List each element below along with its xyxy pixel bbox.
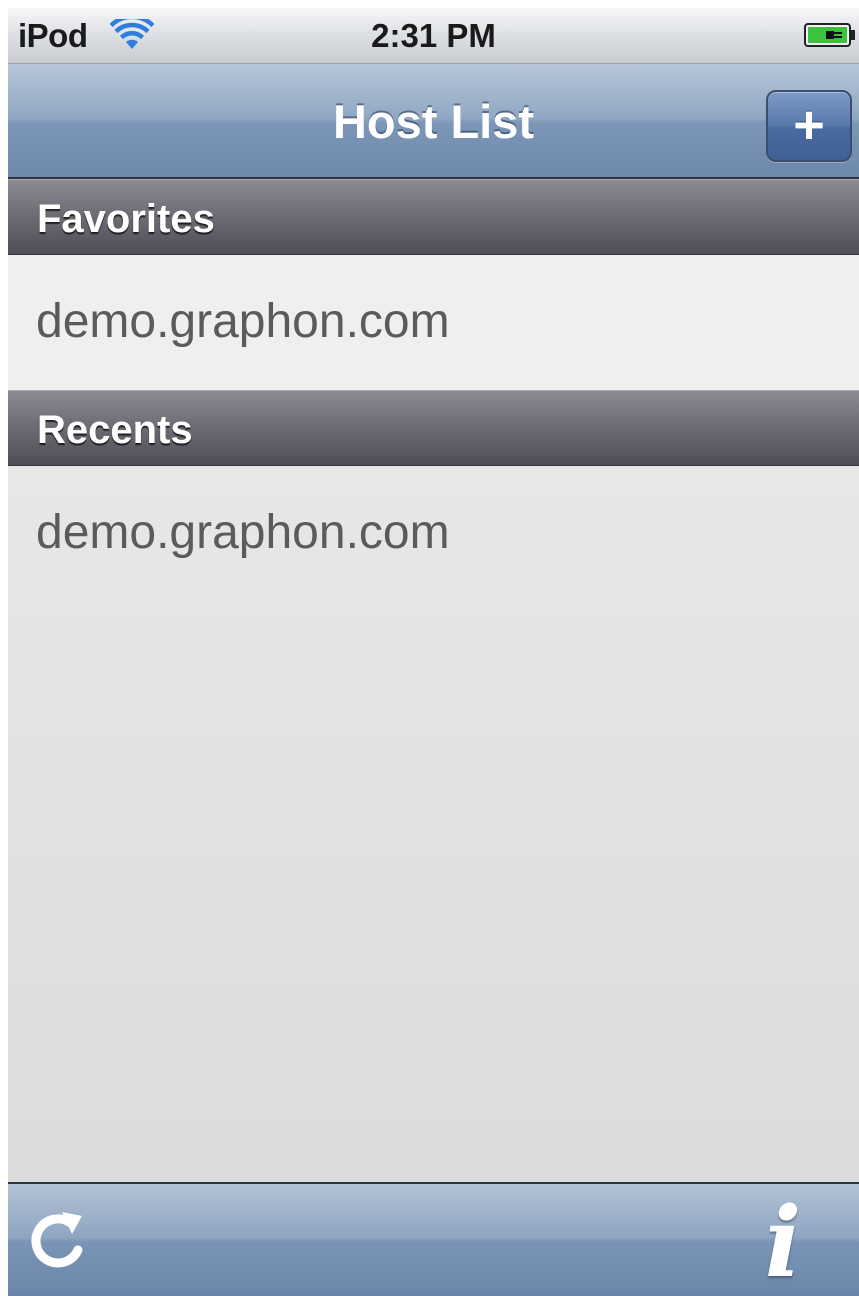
info-icon: i bbox=[764, 1186, 802, 1296]
plus-icon: + bbox=[793, 95, 825, 155]
status-bar: iPod 2:31 PM bbox=[8, 8, 859, 64]
battery-charging-icon bbox=[804, 23, 855, 47]
section-label-recents: Recents bbox=[37, 408, 193, 452]
info-button[interactable]: i bbox=[743, 1186, 823, 1296]
refresh-icon bbox=[31, 1212, 83, 1268]
section-header-recents: Recents bbox=[8, 390, 859, 466]
refresh-button[interactable] bbox=[26, 1206, 96, 1276]
section-header-favorites: Favorites bbox=[8, 179, 859, 255]
favorite-host-row[interactable]: demo.graphon.com bbox=[8, 255, 859, 390]
add-host-button[interactable]: + bbox=[766, 90, 852, 162]
host-label: demo.graphon.com bbox=[36, 506, 450, 559]
status-time: 2:31 PM bbox=[371, 17, 496, 54]
recent-host-row[interactable]: demo.graphon.com bbox=[8, 466, 859, 601]
bottom-toolbar: i bbox=[8, 1182, 859, 1296]
page-title: Host List bbox=[332, 95, 535, 148]
host-label: demo.graphon.com bbox=[36, 295, 450, 348]
navigation-bar: Host List + bbox=[8, 64, 859, 179]
app-screen: iPod 2:31 PM Host List + Favorites demo.… bbox=[8, 8, 859, 1296]
section-label-favorites: Favorites bbox=[37, 197, 215, 241]
